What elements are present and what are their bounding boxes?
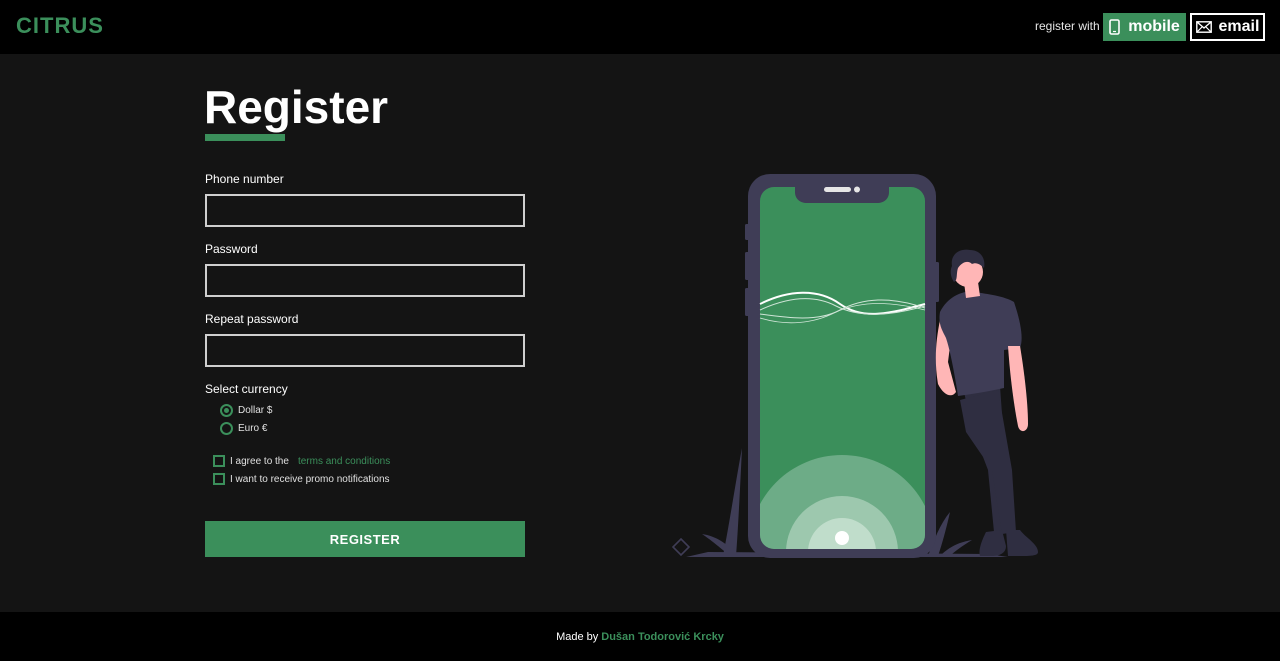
mobile-phone-icon [1109, 19, 1121, 35]
promo-notifications-label: I want to receive promo notifications [230, 473, 390, 485]
password-input[interactable] [205, 264, 525, 297]
author-link[interactable]: Dušan Todorović Krcky [601, 631, 724, 643]
brand-logo[interactable]: CITRUS [16, 13, 104, 39]
register-email-label: email [1218, 18, 1260, 35]
radio-button[interactable] [220, 421, 233, 435]
register-email-button[interactable]: email [1190, 13, 1265, 41]
repeat-password-input[interactable] [205, 334, 525, 367]
page-title: Register [204, 81, 389, 133]
terms-and-conditions-link[interactable]: terms and conditions [298, 456, 390, 467]
promo-notifications-checkbox[interactable] [213, 473, 225, 485]
grass-icon [723, 448, 742, 556]
agree-terms-label: I agree to the [230, 455, 289, 467]
envelope-icon [1195, 21, 1212, 33]
person-figure [935, 249, 1038, 556]
register-mobile-label: mobile [1128, 18, 1180, 35]
repeat-password-label: Repeat password [205, 312, 299, 326]
phone-person-illustration [671, 174, 1038, 558]
password-label: Password [205, 242, 258, 256]
currency-option-label: Euro € [238, 422, 268, 434]
title-underline [205, 134, 285, 141]
register-with-label: register with [1035, 19, 1100, 33]
register-mobile-button[interactable]: mobile [1103, 13, 1186, 41]
radio-button-selected[interactable] [220, 403, 233, 417]
diamond-icon [671, 537, 691, 557]
currency-option-euro[interactable]: Euro € [220, 421, 267, 435]
phone-number-label: Phone number [205, 172, 284, 186]
page-footer: Made by Dušan Todorović Krcky [0, 612, 1280, 661]
made-by-label: Made by [556, 630, 599, 643]
agree-terms-checkbox[interactable] [213, 455, 225, 467]
select-currency-label: Select currency [205, 382, 288, 396]
promo-notifications-row: I want to receive promo notifications [213, 472, 390, 486]
top-bar: CITRUS register with mobile email [0, 0, 1280, 54]
currency-option-label: Dollar $ [238, 404, 273, 416]
phone-number-input[interactable] [205, 194, 525, 227]
register-submit-button[interactable]: REGISTER [205, 521, 525, 557]
agree-terms-row: I agree to the terms and conditions [213, 454, 390, 468]
currency-option-dollar[interactable]: Dollar $ [220, 403, 272, 417]
